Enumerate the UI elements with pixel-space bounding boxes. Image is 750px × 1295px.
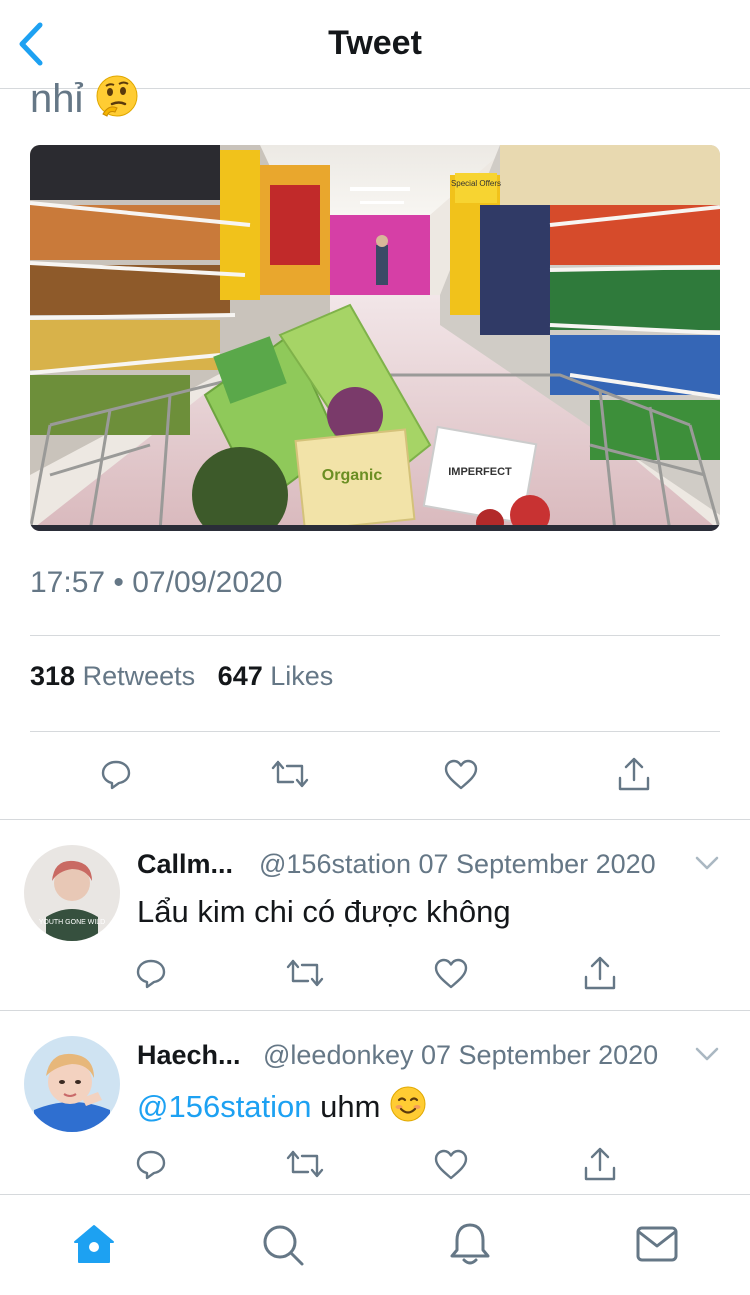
share-button[interactable]	[583, 955, 617, 996]
avatar-shirt-text: YOUTH GONE WILD	[39, 919, 106, 926]
heart-icon	[434, 1149, 468, 1180]
reply-options-button[interactable]	[694, 1045, 720, 1068]
divider	[30, 635, 720, 636]
avatar[interactable]: YOUTH GONE WILD	[24, 845, 120, 941]
reply-options-button[interactable]	[694, 854, 720, 877]
home-icon	[74, 1225, 114, 1263]
page-title: Tweet	[328, 24, 422, 62]
reply-text: Lẩu kim chi có được không	[137, 894, 511, 929]
likes-label: Likes	[270, 661, 334, 691]
reply-icon	[136, 959, 166, 989]
share-icon	[584, 1147, 616, 1181]
retweet-button[interactable]	[286, 1148, 324, 1185]
share-button[interactable]	[617, 756, 651, 797]
reply-button[interactable]	[135, 1148, 167, 1185]
retweet-icon	[271, 760, 309, 788]
bottom-tab-bar	[0, 1194, 750, 1295]
tweet-timestamp: 17:57 • 07/09/2020	[30, 566, 283, 599]
share-icon	[584, 956, 616, 990]
smiling-face-emoji-icon	[389, 1085, 427, 1131]
imperfect-pack-label: IMPERFECT	[448, 466, 512, 478]
share-icon	[618, 757, 650, 791]
notifications-icon	[450, 1223, 490, 1265]
reply-text: @156station uhm	[137, 1085, 427, 1131]
messages-icon	[636, 1226, 678, 1262]
tab-messages[interactable]	[636, 1225, 678, 1268]
reply-tweet[interactable]: Haech... @leedonkey 07 September 2020 @1…	[0, 1011, 750, 1193]
tweet-image[interactable]: Special Offers Organic IMPERFECT	[30, 145, 720, 531]
thinking-face-emoji-icon	[95, 74, 139, 128]
special-offers-sign: Special Offers	[451, 179, 501, 188]
share-button[interactable]	[583, 1146, 617, 1187]
retweets-label: Retweets	[82, 661, 196, 691]
heart-icon	[444, 759, 478, 790]
reply-author-name[interactable]: Haech...	[137, 1040, 241, 1071]
likes-count: 647	[217, 661, 263, 691]
reply-handle-date: @156station 07 September 2020	[259, 849, 656, 879]
mention-link[interactable]: @156station	[137, 1089, 312, 1124]
supermarket-cart-photo: Special Offers Organic IMPERFECT	[30, 145, 720, 531]
tweet-text-content: nhỉ	[30, 77, 84, 121]
retweets-stat[interactable]: 318 Retweets	[30, 661, 203, 691]
retweet-button[interactable]	[271, 758, 309, 795]
reply-icon	[101, 760, 131, 790]
tweet-text: nhỉ	[30, 74, 139, 128]
tab-home[interactable]	[72, 1223, 116, 1270]
reply-button[interactable]	[100, 758, 132, 795]
reply-author-name[interactable]: Callm...	[137, 849, 233, 880]
tab-search[interactable]	[261, 1223, 305, 1272]
likes-stat[interactable]: 647 Likes	[218, 661, 334, 691]
like-button[interactable]	[434, 1149, 468, 1186]
tweet-stats: 318 Retweets 647 Likes	[30, 661, 333, 692]
organic-pack-label: Organic	[322, 467, 383, 484]
chevron-down-icon	[695, 1047, 719, 1061]
chevron-down-icon	[695, 856, 719, 870]
tab-notifications[interactable]	[448, 1221, 492, 1272]
reply-handle-date: @leedonkey 07 September 2020	[263, 1040, 659, 1070]
like-button[interactable]	[434, 958, 468, 995]
retweet-button[interactable]	[286, 957, 324, 994]
avatar[interactable]	[24, 1036, 120, 1132]
reply-text-content: uhm	[311, 1089, 381, 1124]
retweet-icon	[286, 1150, 324, 1178]
heart-icon	[434, 958, 468, 989]
retweet-icon	[286, 959, 324, 987]
divider	[30, 731, 720, 732]
retweets-count: 318	[30, 661, 76, 691]
search-icon	[263, 1225, 304, 1266]
reply-tweet[interactable]: YOUTH GONE WILD Callm... @156station 07 …	[0, 820, 750, 1010]
reply-icon	[136, 1150, 166, 1180]
like-button[interactable]	[444, 759, 478, 796]
reply-button[interactable]	[135, 957, 167, 994]
